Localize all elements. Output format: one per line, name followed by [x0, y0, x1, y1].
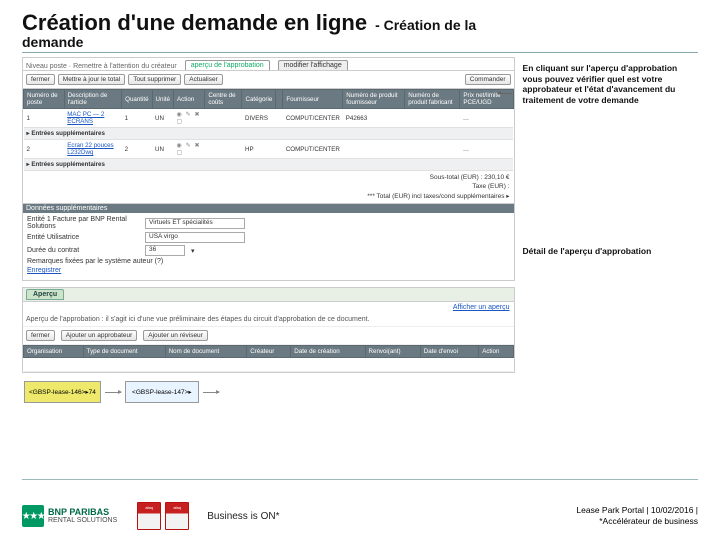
- duration-input[interactable]: 36: [145, 245, 185, 256]
- sub-entries-2[interactable]: ▸ Entrées supplémentaires: [24, 159, 514, 171]
- tab-approval-preview[interactable]: aperçu de l'approbation: [185, 60, 270, 70]
- save-link[interactable]: Enregistrer: [27, 267, 61, 274]
- cell-unit: UN: [152, 140, 173, 159]
- add-reviewer-button[interactable]: Ajouter un réviseur: [143, 330, 208, 341]
- brand-sub: RENTAL SOLUTIONS: [48, 517, 117, 524]
- footer-meta: Lease Park Portal | 10/02/2016 |: [576, 505, 698, 516]
- approval-table: Organisation Type de document Nom de doc…: [23, 345, 514, 372]
- cell-cat: HP: [242, 140, 276, 159]
- col-org: Organisation: [24, 346, 84, 358]
- total-line: *** Total (EUR) incl taxes/cond suppléme…: [27, 191, 510, 201]
- cart-table: Numéro de poste Description de l'article…: [23, 89, 514, 171]
- footer-divider: [22, 479, 698, 480]
- display-preview-link[interactable]: Afficher un aperçu: [453, 304, 510, 311]
- col-qty: Quantité: [122, 90, 152, 109]
- col-creator: Créateur: [247, 346, 291, 358]
- title-underline: [22, 52, 698, 53]
- col-desc: Description de l'article: [64, 90, 121, 109]
- col-actions: Action: [479, 346, 513, 358]
- approval-preview-card: Aperçu Afficher un aperçu Aperçu de l'ap…: [22, 287, 515, 373]
- arrow-icon: [203, 392, 219, 393]
- col-sent: Date d'envoi: [420, 346, 478, 358]
- breadcrumb: Niveau poste · Remettre à l'attention du…: [26, 63, 177, 70]
- callout-detail: Détail de l'aperçu d'approbation: [523, 246, 698, 257]
- title-main: Création d'une demande en ligne: [22, 10, 367, 36]
- col-action: Action: [174, 90, 205, 109]
- field-label: Entité Utilisatrice: [27, 234, 139, 241]
- col-cat: Catégorie: [242, 90, 276, 109]
- flow-step-next: <GBSP-lease-147>▸: [125, 381, 199, 403]
- col-doctype: Type de document: [83, 346, 165, 358]
- item-link[interactable]: Ecran 22 pouces L232Dwq: [67, 142, 113, 156]
- callout-arrow: [498, 93, 512, 94]
- add-approver-button[interactable]: Ajouter un approbateur: [61, 330, 138, 341]
- update-total-button[interactable]: Mettre à jour le total: [58, 74, 125, 85]
- col-returner: Renvoi(ant): [365, 346, 420, 358]
- cell-dots: …: [460, 109, 513, 128]
- subtotal-line: Sous-total (EUR) : 230,10 €: [27, 173, 510, 182]
- cell-num: 2: [24, 140, 65, 159]
- approval-description: Aperçu de l'approbation : il s'agit ici …: [26, 316, 370, 323]
- col-docname: Nom de document: [165, 346, 247, 358]
- callout-top: En cliquant sur l'aperçu d'approbation v…: [523, 63, 698, 106]
- col-pnum-s: Numéro de produit fournisseur: [343, 90, 405, 109]
- footer-asterisk: *Accélérateur de business: [576, 516, 698, 527]
- col-pnum-m: Numéro de produit fabricant: [405, 90, 460, 109]
- cart-screenshot: Niveau poste · Remettre à l'attention du…: [22, 57, 515, 281]
- cell-supplier: COMPUT/CENTER: [283, 109, 343, 128]
- entity1-input[interactable]: Virtuels ET spécialités: [145, 218, 245, 229]
- row-action-icons[interactable]: ◉ ✎ ✖ ▢: [174, 109, 205, 128]
- row-action-icons[interactable]: ◉ ✎ ✖ ▢: [174, 140, 205, 159]
- cell-qty: 1: [122, 109, 152, 128]
- tagline: Business is ON*: [207, 511, 279, 522]
- delete-all-button[interactable]: Tout supprimer: [128, 74, 181, 85]
- table-row[interactable]: 1 MAC PC — 2 ECRANS 1 UN ◉ ✎ ✖ ▢ DIVERS …: [24, 109, 514, 128]
- cell-unit: UN: [152, 109, 173, 128]
- cell-qty: 2: [122, 140, 152, 159]
- title-sub: - Création de la: [375, 17, 476, 33]
- bnp-stars-icon: ★★★: [22, 505, 44, 527]
- refresh-button[interactable]: Actualiser: [184, 74, 223, 85]
- cell-dots: …: [460, 140, 513, 159]
- totals-block: Sous-total (EUR) : 230,10 € Taxe (EUR) :…: [23, 171, 514, 203]
- afaq-badge-icon: afaq: [137, 502, 161, 530]
- col-unit: Unité: [152, 90, 173, 109]
- col-created: Date de création: [291, 346, 365, 358]
- cell-num: 1: [24, 109, 65, 128]
- close-button[interactable]: fermer: [26, 74, 55, 85]
- order-button[interactable]: Commander: [465, 74, 511, 85]
- tab-modify-display[interactable]: modifier l'affichage: [278, 60, 348, 70]
- col-blank: [276, 90, 283, 109]
- tab-apercu[interactable]: Aperçu: [26, 289, 64, 300]
- table-row[interactable]: 2 Ecran 22 pouces L232Dwq 2 UN ◉ ✎ ✖ ▢ H…: [24, 140, 514, 159]
- flow-step-current: <GBSP-lease-146>▸74: [24, 381, 101, 403]
- brand-name: BNP PARIBAS: [48, 508, 117, 517]
- empty-row: [24, 358, 514, 372]
- cell-cat: DIVERS: [242, 109, 276, 128]
- title-line2: demande: [22, 34, 698, 50]
- col-num: Numéro de poste: [24, 90, 65, 109]
- org-header: Données supplémentaires: [23, 204, 514, 213]
- col-supplier: Fournisseur: [283, 90, 343, 109]
- cell-supplier: COMPUT/CENTER: [283, 140, 343, 159]
- cell-pnum: P42663: [343, 109, 405, 128]
- item-link[interactable]: MAC PC — 2 ECRANS: [67, 111, 104, 125]
- tax-line: Taxe (EUR) :: [27, 182, 510, 191]
- field-label: Durée du contrat: [27, 247, 139, 254]
- sub-entries-1[interactable]: ▸ Entrées supplémentaires: [24, 128, 514, 140]
- bnp-logo: ★★★ BNP PARIBAS RENTAL SOLUTIONS: [22, 505, 117, 527]
- arrow-icon: [105, 392, 121, 393]
- close-button[interactable]: fermer: [26, 330, 55, 341]
- field-label: Remarques fixées par le système auteur (…: [27, 258, 163, 265]
- approval-flow-diagram: <GBSP-lease-146>▸74 <GBSP-lease-147>▸: [22, 381, 515, 403]
- field-label: Entité 1 Facture par BNP Rental Solution…: [27, 216, 139, 230]
- afaq-badge-icon: afaq: [165, 502, 189, 530]
- col-cc: Centre de coûts: [205, 90, 242, 109]
- afaq-badges: afaq afaq: [137, 502, 189, 530]
- entity-user-input[interactable]: USA virgo: [145, 232, 245, 243]
